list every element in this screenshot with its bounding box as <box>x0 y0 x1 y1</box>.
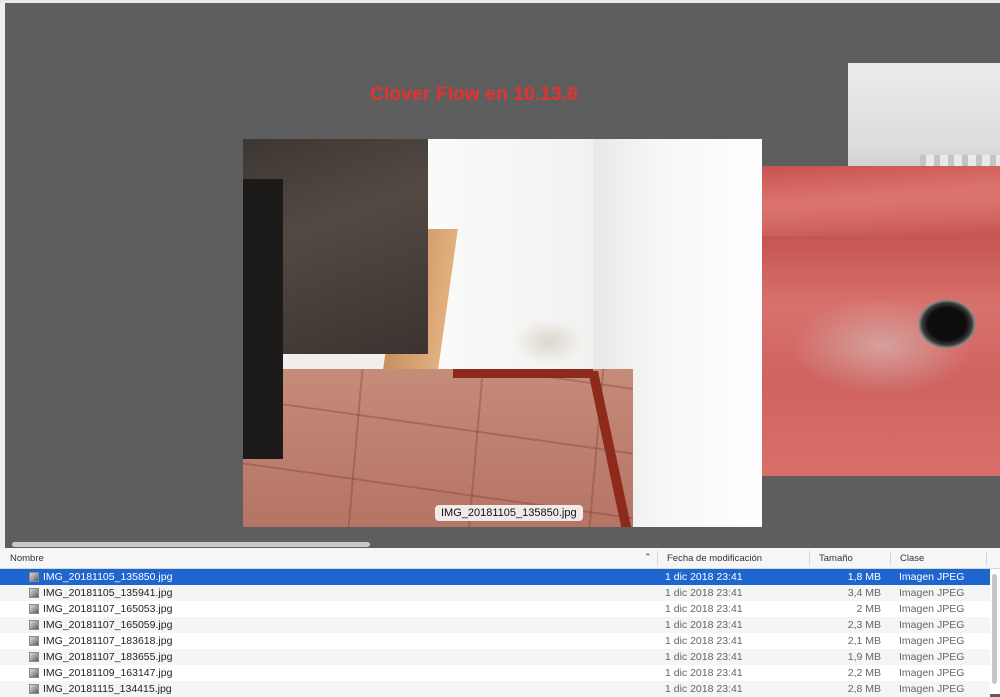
file-date: 1 dic 2018 23:41 <box>665 667 743 679</box>
file-date: 1 dic 2018 23:41 <box>665 571 743 583</box>
table-row[interactable]: IMG_20181105_135941.jpg 1 dic 2018 23:41… <box>0 585 990 601</box>
file-kind: Imagen JPEG <box>899 651 965 663</box>
file-kind: Imagen JPEG <box>899 619 965 631</box>
jpeg-file-icon <box>29 620 39 630</box>
file-name: IMG_20181115_134415.jpg <box>43 683 172 695</box>
file-name: IMG_20181105_135941.jpg <box>43 587 173 599</box>
jpeg-file-icon <box>29 684 39 694</box>
photo-skirting-horizontal <box>453 369 593 378</box>
file-name: IMG_20181107_183655.jpg <box>43 651 173 663</box>
column-header-kind[interactable]: Clase <box>900 553 924 564</box>
table-row[interactable]: IMG_20181105_135850.jpg 1 dic 2018 23:41… <box>0 569 990 585</box>
file-date: 1 dic 2018 23:41 <box>665 587 743 599</box>
list-scrollbar[interactable] <box>991 570 998 692</box>
file-size: 2,8 MB <box>847 683 881 695</box>
cover-next-rim <box>762 166 1000 236</box>
column-separator[interactable] <box>986 551 987 565</box>
cover-back-thumbnail[interactable] <box>848 63 1000 173</box>
file-kind: Imagen JPEG <box>899 587 965 599</box>
sort-ascending-icon[interactable]: ⌃ <box>644 552 652 563</box>
file-date: 1 dic 2018 23:41 <box>665 651 743 663</box>
file-date: 1 dic 2018 23:41 <box>665 683 743 695</box>
cover-flow-scrollbar[interactable] <box>12 540 1000 548</box>
table-row[interactable]: IMG_20181107_165059.jpg 1 dic 2018 23:41… <box>0 617 990 633</box>
file-name: IMG_20181109_163147.jpg <box>43 667 173 679</box>
file-date: 1 dic 2018 23:41 <box>665 603 743 615</box>
column-separator[interactable] <box>657 551 658 565</box>
cover-flow-scroll-thumb[interactable] <box>12 542 370 547</box>
jpeg-file-icon <box>29 636 39 646</box>
file-size: 2,3 MB <box>847 619 881 631</box>
list-scroll-thumb[interactable] <box>992 574 997 684</box>
file-list: Nombre ⌃ Fecha de modificación Tamaño Cl… <box>0 548 1000 697</box>
list-rows: IMG_20181105_135850.jpg 1 dic 2018 23:41… <box>0 569 990 697</box>
file-size: 2,2 MB <box>847 667 881 679</box>
column-header-date[interactable]: Fecha de modificación <box>667 553 762 564</box>
cover-next-thumbnail[interactable] <box>762 166 1000 476</box>
photo-wall-stain <box>513 319 583 364</box>
file-name: IMG_20181107_165059.jpg <box>43 619 173 631</box>
file-size: 1,8 MB <box>847 571 881 583</box>
table-row[interactable]: IMG_20181107_183618.jpg 1 dic 2018 23:41… <box>0 633 990 649</box>
file-size: 1,9 MB <box>847 651 881 663</box>
file-kind: Imagen JPEG <box>899 683 965 695</box>
column-header-size[interactable]: Tamaño <box>819 553 853 564</box>
file-size: 2,1 MB <box>847 635 881 647</box>
list-header: Nombre ⌃ Fecha de modificación Tamaño Cl… <box>0 548 1000 569</box>
table-row[interactable]: IMG_20181107_183655.jpg 1 dic 2018 23:41… <box>0 649 990 665</box>
cover-current-preview[interactable] <box>243 139 762 527</box>
file-kind: Imagen JPEG <box>899 667 965 679</box>
column-separator[interactable] <box>809 551 810 565</box>
file-name: IMG_20181105_135850.jpg <box>43 571 173 583</box>
cover-caption: IMG_20181105_135850.jpg <box>435 505 583 521</box>
file-size: 2 MB <box>856 603 881 615</box>
jpeg-file-icon <box>29 572 39 582</box>
overlay-title: Clover Flow en 10.13.6 <box>370 84 579 105</box>
photo-floor <box>243 369 633 527</box>
column-header-name[interactable]: Nombre <box>10 553 44 564</box>
file-size: 3,4 MB <box>847 587 881 599</box>
file-date: 1 dic 2018 23:41 <box>665 635 743 647</box>
file-name: IMG_20181107_165053.jpg <box>43 603 173 615</box>
column-separator[interactable] <box>890 551 891 565</box>
jpeg-file-icon <box>29 652 39 662</box>
file-kind: Imagen JPEG <box>899 603 965 615</box>
table-row[interactable]: IMG_20181107_165053.jpg 1 dic 2018 23:41… <box>0 601 990 617</box>
file-kind: Imagen JPEG <box>899 635 965 647</box>
jpeg-file-icon <box>29 668 39 678</box>
file-date: 1 dic 2018 23:41 <box>665 619 743 631</box>
photo-sofa-shadow <box>243 179 283 459</box>
file-name: IMG_20181107_183618.jpg <box>43 635 173 647</box>
jpeg-file-icon <box>29 604 39 614</box>
table-row[interactable]: IMG_20181115_134415.jpg 1 dic 2018 23:41… <box>0 681 990 697</box>
file-kind: Imagen JPEG <box>899 571 965 583</box>
table-row[interactable]: IMG_20181109_163147.jpg 1 dic 2018 23:41… <box>0 665 990 681</box>
jpeg-file-icon <box>29 588 39 598</box>
